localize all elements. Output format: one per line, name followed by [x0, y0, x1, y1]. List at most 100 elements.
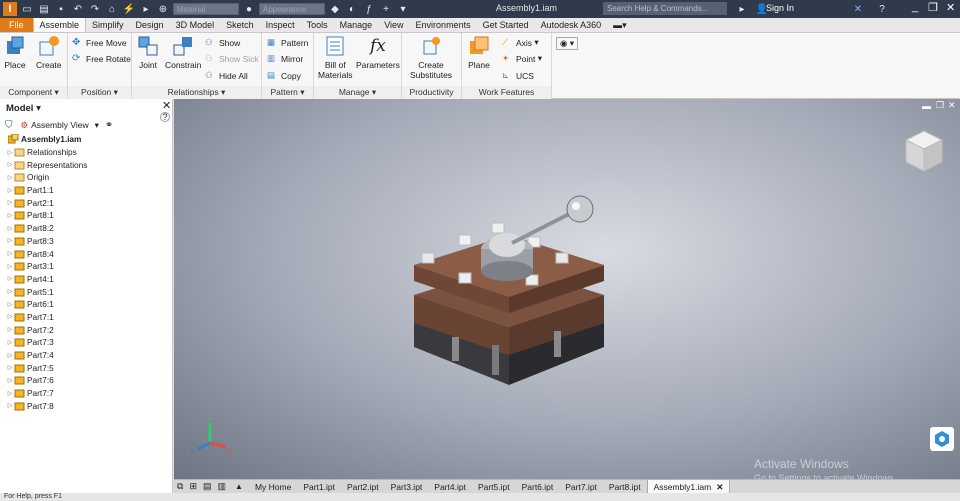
tree-item[interactable]: ▷ Part8:3	[0, 235, 172, 248]
redo-icon[interactable]: ↷	[88, 2, 102, 16]
document-tab[interactable]: Part4.ipt	[428, 480, 472, 494]
tree-item[interactable]: ▷ Part7:1	[0, 311, 172, 324]
create-substitutes-button[interactable]: Create Substitutes	[410, 35, 452, 80]
browser-help-icon[interactable]: ?	[160, 112, 170, 122]
expand-arrow-icon[interactable]: ▷	[6, 288, 14, 295]
tab-design[interactable]: Design	[130, 18, 170, 32]
joint-button[interactable]: Joint	[137, 35, 159, 70]
tab-get-started[interactable]: Get Started	[477, 18, 535, 32]
assembly-view-dropdown[interactable]: Assembly View	[31, 120, 88, 130]
tree-item[interactable]: ▷ Part3:1	[0, 260, 172, 273]
minimize-button[interactable]: _	[912, 1, 918, 13]
tab-list-icon[interactable]: ▲	[229, 482, 249, 491]
expand-arrow-icon[interactable]: ▷	[6, 187, 14, 194]
copy-button[interactable]: ▤ Copy	[267, 70, 301, 81]
arrange-views-icon[interactable]: ▤	[200, 481, 215, 492]
expand-arrow-icon[interactable]: ▷	[6, 212, 14, 219]
expand-arrow-icon[interactable]: ▷	[6, 377, 14, 384]
show-button[interactable]: ⚇ Show	[205, 37, 240, 48]
tree-item[interactable]: ▷ Part8:2	[0, 222, 172, 235]
tab-sketch[interactable]: Sketch	[220, 18, 260, 32]
expand-arrow-icon[interactable]: ▷	[6, 263, 14, 270]
tab-view[interactable]: View	[378, 18, 409, 32]
document-tab[interactable]: My Home	[249, 480, 297, 494]
expand-arrow-icon[interactable]: ▷	[6, 326, 14, 333]
axis-button[interactable]: ⟋ Axis ▾	[502, 37, 539, 48]
tab-3d-model[interactable]: 3D Model	[170, 18, 221, 32]
inventor-logo-icon[interactable]: I	[3, 2, 17, 16]
expand-arrow-icon[interactable]: ▷	[6, 402, 14, 409]
view-dropdown-icon[interactable]: ▾	[95, 120, 99, 131]
tab-file[interactable]: File	[0, 18, 33, 32]
fx-icon[interactable]: ƒ	[362, 2, 376, 16]
plane-button[interactable]: Plane	[468, 35, 490, 70]
viewport-minimize-icon[interactable]: ▬	[922, 101, 931, 111]
pattern-button[interactable]: ▦ Pattern	[267, 37, 308, 48]
help-icon[interactable]: ?	[875, 2, 889, 16]
undo-icon[interactable]: ↶	[71, 2, 85, 16]
sign-in-link[interactable]: Sign In	[766, 3, 794, 13]
free-move-button[interactable]: ✥ Free Move	[72, 37, 127, 48]
add-icon[interactable]: +	[379, 2, 393, 16]
select-icon[interactable]: ▸	[139, 2, 153, 16]
tab-assemble[interactable]: Assemble	[32, 18, 87, 32]
panel-title-relationships[interactable]: Relationships ▾	[132, 86, 261, 99]
open-folder-icon[interactable]: ▤	[37, 2, 51, 16]
panel-title-position[interactable]: Position ▾	[68, 86, 131, 99]
point-button[interactable]: ✦ Point ▾	[502, 53, 542, 64]
tree-item[interactable]: ▷ Part1:1	[0, 184, 172, 197]
document-tab[interactable]: Part2.ipt	[341, 480, 385, 494]
ucs-button[interactable]: ⊾ UCS	[502, 70, 534, 81]
document-tab[interactable]: Part5.ipt	[472, 480, 516, 494]
tree-item[interactable]: ▷ Part7:6	[0, 374, 172, 387]
tree-item[interactable]: ▷ Part8:1	[0, 209, 172, 222]
browser-title[interactable]: Model	[6, 103, 33, 114]
viewcube-icon[interactable]	[904, 129, 944, 173]
tab-simplify[interactable]: Simplify	[86, 18, 130, 32]
tree-item[interactable]: ▷ Part6:1	[0, 298, 172, 311]
close-tab-icon[interactable]: ✕	[716, 482, 723, 492]
document-tab[interactable]: Part3.ipt	[385, 480, 429, 494]
material-dropdown[interactable]: Material	[173, 3, 239, 15]
search-input[interactable]: Search Help & Commands...	[603, 2, 727, 15]
document-tab[interactable]: Part8.ipt	[603, 480, 647, 494]
cascade-views-icon[interactable]: ⊞	[186, 481, 200, 492]
tree-item[interactable]: ▷ Origin	[0, 171, 172, 184]
tree-item[interactable]: ▷ Part7:3	[0, 336, 172, 349]
expand-arrow-icon[interactable]: ▷	[6, 301, 14, 308]
restore-button[interactable]: ❐	[928, 1, 938, 14]
expand-arrow-icon[interactable]: ▷	[6, 225, 14, 232]
exchange-icon[interactable]: ✕	[851, 2, 865, 16]
appearance-icon[interactable]: ●	[242, 2, 256, 16]
new-file-icon[interactable]: ▭	[20, 2, 34, 16]
expand-arrow-icon[interactable]: ▷	[6, 390, 14, 397]
show-sick-button[interactable]: ⚇ Show Sick	[205, 53, 259, 64]
bill-of-materials-button[interactable]: Bill of Materials	[318, 35, 352, 80]
create-button[interactable]: Create	[36, 35, 62, 70]
measure-icon[interactable]: ⊕	[156, 2, 170, 16]
expand-arrow-icon[interactable]: ▷	[6, 161, 14, 168]
update-icon[interactable]: ⚡	[122, 2, 136, 16]
expand-arrow-icon[interactable]: ▷	[6, 149, 14, 156]
tab-inspect[interactable]: Inspect	[260, 18, 301, 32]
tree-item[interactable]: ▷ Part7:2	[0, 323, 172, 336]
adjust-icon[interactable]: ◐	[345, 2, 359, 16]
tab-autodesk-a360[interactable]: Autodesk A360	[535, 18, 608, 32]
document-tab[interactable]: Part1.ipt	[297, 480, 341, 494]
tree-item[interactable]: ▷ Part7:4	[0, 349, 172, 362]
place-button[interactable]: Place	[4, 35, 26, 70]
appearance-dropdown[interactable]: Appearance	[259, 3, 325, 15]
document-tab[interactable]: Part7.ipt	[559, 480, 603, 494]
tab-manage[interactable]: Manage	[334, 18, 379, 32]
customize-icon[interactable]: ▾	[396, 2, 410, 16]
viewport-restore-icon[interactable]: ❐	[936, 100, 944, 111]
tree-item[interactable]: ▷ Part7:5	[0, 361, 172, 374]
panel-title-pattern[interactable]: Pattern ▾	[262, 86, 313, 99]
panel-title-manage[interactable]: Manage ▾	[314, 86, 401, 99]
save-icon[interactable]: ▪	[54, 2, 68, 16]
tree-root[interactable]: Assembly1.iam	[0, 133, 172, 146]
expand-arrow-icon[interactable]: ▷	[6, 275, 14, 282]
find-binoculars-icon[interactable]: ⚭	[105, 120, 113, 131]
share-view-button[interactable]	[930, 427, 954, 451]
hide-all-button[interactable]: ⚇ Hide All	[205, 70, 248, 81]
